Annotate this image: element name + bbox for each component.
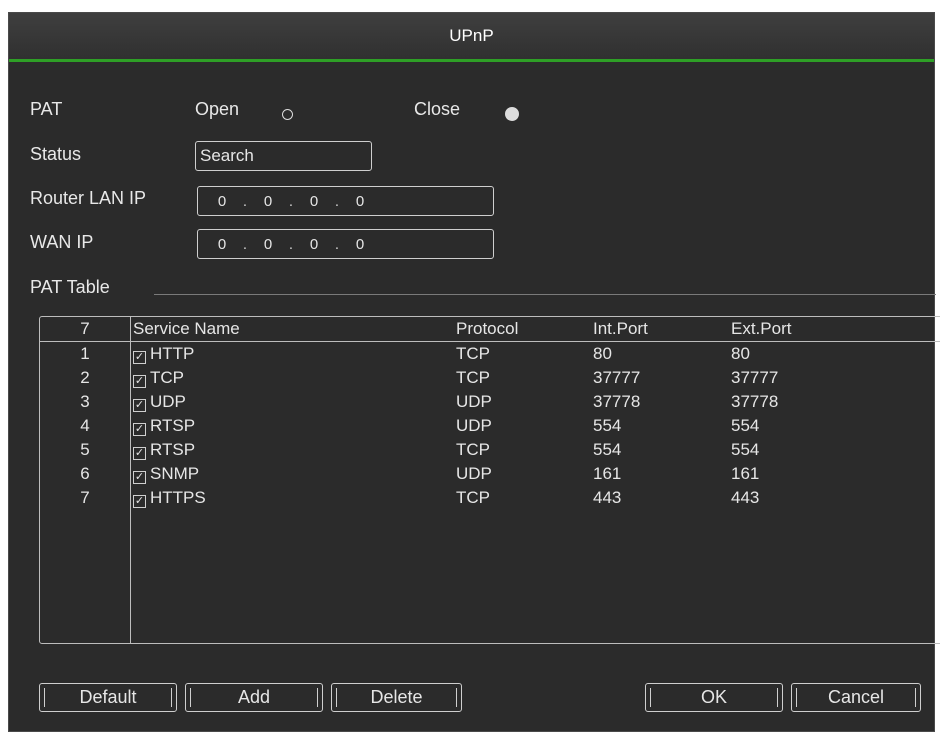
- int-port-cell: 554: [593, 440, 622, 459]
- upnp-dialog: UPnP PAT Open Close Status Search Router…: [8, 12, 940, 732]
- int-port-cell: 443: [593, 488, 622, 507]
- pat-close-label: Close: [414, 99, 461, 119]
- ip-dot: .: [334, 192, 340, 210]
- int-port-cell: 37778: [593, 392, 641, 411]
- service-name: HTTPS: [150, 488, 206, 507]
- service-cell[interactable]: ✓ RTSP: [133, 440, 195, 460]
- pat-close-radio[interactable]: [505, 107, 519, 121]
- row-number: 4: [80, 416, 90, 435]
- ip-dot: .: [288, 235, 294, 253]
- check-icon[interactable]: ✓: [133, 423, 146, 436]
- int-port-cell: 80: [593, 344, 612, 363]
- delete-button[interactable]: Delete: [331, 683, 462, 712]
- router-lan-ip-field[interactable]: 0 . 0 . 0 . 0: [197, 186, 494, 216]
- service-cell[interactable]: ✓ RTSP: [133, 416, 195, 436]
- service-cell[interactable]: ✓ HTTPS: [133, 488, 206, 508]
- ext-port-cell: 554: [731, 440, 760, 459]
- service-name: RTSP: [150, 440, 196, 459]
- service-name: HTTP: [150, 344, 195, 363]
- protocol-cell: TCP: [456, 344, 490, 363]
- header-int-port[interactable]: Int.Port: [593, 319, 648, 339]
- protocol-cell: UDP: [456, 392, 492, 411]
- service-cell[interactable]: ✓ TCP: [133, 368, 184, 388]
- service-name: TCP: [150, 368, 184, 387]
- ext-port-cell: 443: [731, 488, 760, 507]
- check-icon[interactable]: ✓: [133, 399, 146, 412]
- pat-open-label: Open: [195, 99, 240, 119]
- column-separator: [130, 317, 131, 643]
- service-name: UDP: [150, 392, 186, 411]
- dialog-title: UPnP: [9, 13, 934, 59]
- ext-port-cell: 161: [731, 464, 760, 483]
- row-number: 1: [80, 344, 90, 363]
- protocol-cell: UDP: [456, 416, 492, 435]
- cancel-button[interactable]: Cancel: [791, 683, 921, 712]
- protocol-cell: UDP: [456, 464, 492, 483]
- row-number: 6: [80, 464, 90, 483]
- protocol-cell: TCP: [456, 368, 490, 387]
- header-protocol[interactable]: Protocol: [456, 319, 518, 339]
- header-ext-port[interactable]: Ext.Port: [731, 319, 791, 339]
- section-divider: [154, 294, 936, 295]
- router-lan-ip-label: Router LAN IP: [30, 188, 147, 208]
- ext-port-cell: 37778: [731, 392, 779, 411]
- header-count: 7: [80, 319, 90, 338]
- ok-button[interactable]: OK: [645, 683, 783, 712]
- ip-octet: 0: [217, 192, 227, 210]
- ip-octet: 0: [263, 235, 273, 253]
- service-cell[interactable]: ✓ SNMP: [133, 464, 199, 484]
- status-label: Status: [30, 144, 82, 164]
- ip-octet: 0: [355, 235, 365, 253]
- check-icon[interactable]: ✓: [133, 447, 146, 460]
- ip-octet: 0: [309, 235, 319, 253]
- pat-table-label: PAT Table: [30, 277, 110, 297]
- ip-octet: 0: [217, 235, 227, 253]
- service-name: SNMP: [150, 464, 200, 483]
- int-port-cell: 554: [593, 416, 622, 435]
- int-port-cell: 37777: [593, 368, 641, 387]
- wan-ip-label: WAN IP: [30, 232, 94, 252]
- ip-octet: 0: [355, 192, 365, 210]
- header-service-name[interactable]: Service Name: [133, 319, 240, 339]
- row-number: 2: [80, 368, 90, 387]
- row-number: 7: [80, 488, 90, 507]
- check-icon[interactable]: ✓: [133, 471, 146, 484]
- ext-port-cell: 80: [731, 344, 750, 363]
- row-number: 5: [80, 440, 90, 459]
- service-name: RTSP: [150, 416, 196, 435]
- status-search-field[interactable]: Search: [195, 141, 372, 171]
- wan-ip-field[interactable]: 0 . 0 . 0 . 0: [197, 229, 494, 259]
- ip-dot: .: [242, 235, 248, 253]
- check-icon[interactable]: ✓: [133, 495, 146, 508]
- default-button[interactable]: Default: [39, 683, 177, 712]
- ip-dot: .: [334, 235, 340, 253]
- header-divider: [40, 341, 940, 342]
- title-underline: [9, 59, 934, 62]
- ext-port-cell: 37777: [731, 368, 779, 387]
- check-icon[interactable]: ✓: [133, 375, 146, 388]
- check-icon[interactable]: ✓: [133, 351, 146, 364]
- pat-table: 7 Service Name Protocol Int.Port Ext.Por…: [39, 316, 940, 644]
- protocol-cell: TCP: [456, 488, 490, 507]
- ext-port-cell: 554: [731, 416, 760, 435]
- ip-octet: 0: [263, 192, 273, 210]
- ip-dot: .: [288, 192, 294, 210]
- ip-octet: 0: [309, 192, 319, 210]
- protocol-cell: TCP: [456, 440, 490, 459]
- row-number: 3: [80, 392, 90, 411]
- add-button[interactable]: Add: [185, 683, 323, 712]
- int-port-cell: 161: [593, 464, 622, 483]
- ip-dot: .: [242, 192, 248, 210]
- pat-open-radio[interactable]: [282, 109, 293, 120]
- service-cell[interactable]: ✓ HTTP: [133, 344, 194, 364]
- pat-label: PAT: [30, 99, 63, 119]
- service-cell[interactable]: ✓ UDP: [133, 392, 186, 412]
